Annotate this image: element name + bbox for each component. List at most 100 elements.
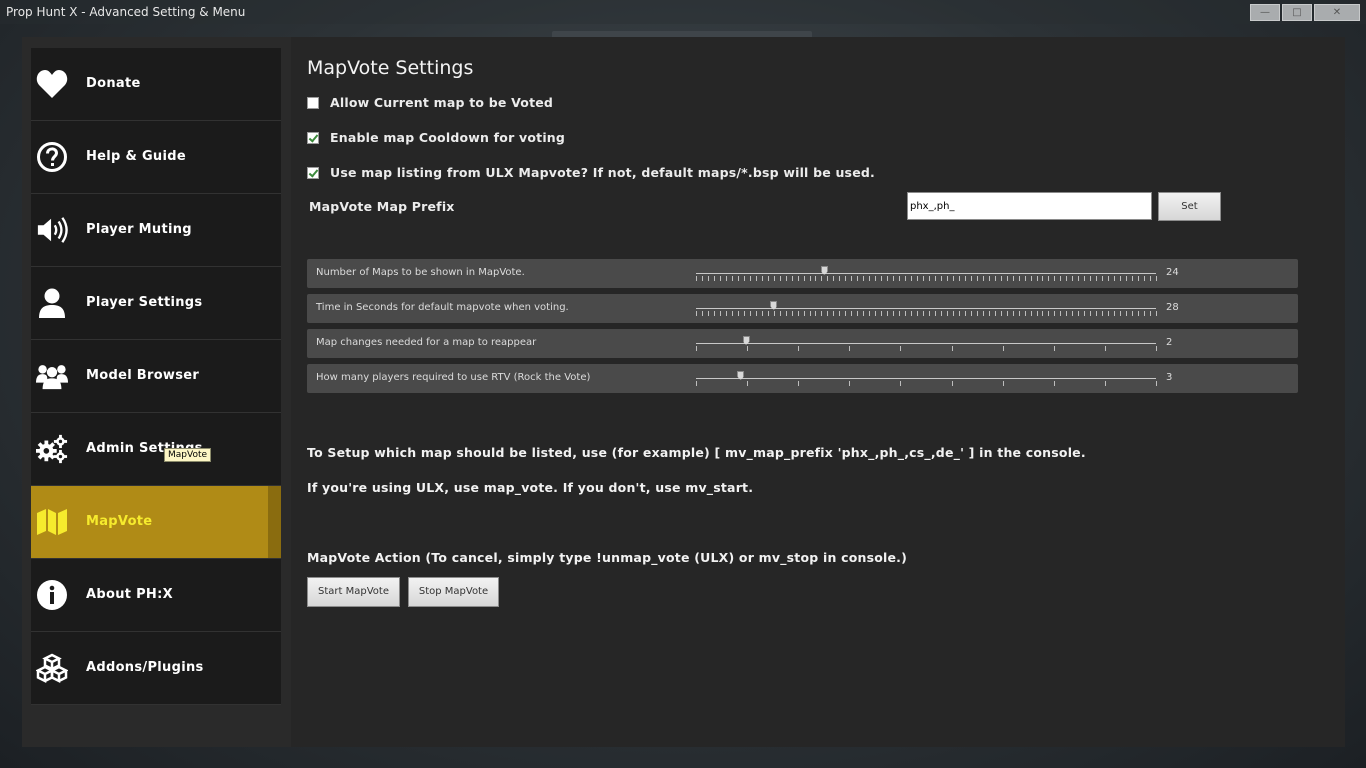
slider-tick [965, 311, 966, 316]
slider-tick [959, 276, 960, 281]
slider-tick [1003, 346, 1004, 351]
slider-tick [917, 276, 918, 281]
slider-ticks [696, 381, 1157, 387]
slider-tick [1072, 276, 1073, 281]
checkbox-row: Use map listing from ULX Mapvote? If not… [307, 165, 875, 180]
slider-tick [995, 276, 996, 281]
slider-tick [768, 276, 769, 281]
slider-tick [1003, 381, 1004, 386]
slider-tick [989, 311, 990, 316]
slider-tick [1060, 311, 1061, 316]
slider-tick [965, 276, 966, 281]
slider-tick [977, 276, 978, 281]
slider-tick [869, 311, 870, 316]
start-mapvote-button[interactable]: Start MapVote [307, 577, 400, 607]
sidebar-item-about[interactable]: About PH:X [31, 559, 281, 632]
slider-tick [845, 276, 846, 281]
maximize-button[interactable]: □ [1282, 4, 1312, 21]
sidebar-item-label: Donate [86, 76, 141, 91]
slider-tick [952, 346, 953, 351]
slider-tick [1037, 311, 1038, 316]
slider-tick [1156, 346, 1157, 351]
slider-tick [1072, 311, 1073, 316]
sidebar: Donate Help & Guide Player Muting Player… [31, 48, 281, 705]
slider-value: 3 [1166, 372, 1173, 383]
close-button[interactable]: ✕ [1314, 4, 1360, 21]
ulx-instructions: If you're using ULX, use map_vote. If yo… [307, 480, 754, 495]
sidebar-item-help-guide[interactable]: Help & Guide [31, 121, 281, 194]
slider-tick [1132, 276, 1133, 281]
slider-tick [1037, 276, 1038, 281]
sidebar-item-addons-plugins[interactable]: Addons/Plugins [31, 632, 281, 705]
window-titlebar[interactable]: Prop Hunt X - Advanced Setting & Menu — … [0, 0, 1366, 24]
slider-tick [696, 346, 697, 351]
slider-tick [1048, 311, 1049, 316]
checkbox-label: Enable map Cooldown for voting [330, 130, 566, 145]
slider-tick [744, 311, 745, 316]
slider-track[interactable] [696, 273, 1156, 274]
sidebar-item-player-muting[interactable]: Player Muting [31, 194, 281, 267]
slider-tick [947, 276, 948, 281]
allow-current-map-checkbox[interactable] [307, 96, 319, 109]
slider-tick [738, 311, 739, 316]
slider-tick [1090, 311, 1091, 316]
slider-tick [827, 311, 828, 316]
slider-tick [780, 276, 781, 281]
slider-track[interactable] [696, 378, 1156, 379]
slider-tick [1102, 276, 1103, 281]
slider-tick [1156, 276, 1157, 281]
enable-cooldown-checkbox[interactable] [307, 131, 319, 144]
slider-tick [714, 276, 715, 281]
slider-tick [1156, 311, 1157, 316]
slider-tick [911, 276, 912, 281]
slider-tick [1025, 311, 1026, 316]
slider-tick [851, 276, 852, 281]
slider-tick [1144, 276, 1145, 281]
slider-track[interactable] [696, 343, 1156, 344]
sidebar-item-label: Player Muting [86, 222, 192, 237]
slider-tick [887, 276, 888, 281]
minimize-button[interactable]: — [1250, 4, 1280, 21]
slider-tick [941, 276, 942, 281]
slider-tick [696, 276, 697, 281]
slider-tick [1156, 381, 1157, 386]
slider-tick [1096, 276, 1097, 281]
slider-tick [845, 311, 846, 316]
slider-label: Map changes needed for a map to reappear [316, 337, 537, 348]
slider-row: Time in Seconds for default mapvote when… [307, 294, 1298, 323]
slider-tick [849, 381, 850, 386]
sidebar-item-player-settings[interactable]: Player Settings [31, 267, 281, 340]
slider-tick [1001, 276, 1002, 281]
slider-tick [747, 381, 748, 386]
slider-tick [1066, 276, 1067, 281]
slider-tick [1144, 311, 1145, 316]
stop-mapvote-button[interactable]: Stop MapVote [408, 577, 499, 607]
sidebar-item-admin-settings[interactable]: Admin Settings [31, 413, 281, 486]
slider-tick [1120, 311, 1121, 316]
slider-row: How many players required to use RTV (Ro… [307, 364, 1298, 393]
sidebar-item-label: Addons/Plugins [86, 660, 204, 675]
slider-tick [1102, 311, 1103, 316]
slider-tick [780, 311, 781, 316]
slider-tick [702, 311, 703, 316]
slider-tick [900, 381, 901, 386]
slider-tick [1126, 311, 1127, 316]
sidebar-item-model-browser[interactable]: Model Browser [31, 340, 281, 413]
slider-track[interactable] [696, 308, 1156, 309]
set-prefix-button[interactable]: Set [1158, 192, 1221, 221]
slider-tick [774, 276, 775, 281]
slider-tick [786, 311, 787, 316]
slider-tick [947, 311, 948, 316]
slider-tick [1150, 311, 1151, 316]
sidebar-item-label: Player Settings [86, 295, 203, 310]
slider-tick [1042, 276, 1043, 281]
slider-tick [875, 311, 876, 316]
slider-tick [1126, 276, 1127, 281]
slider-tick [900, 346, 901, 351]
map-prefix-input[interactable] [907, 192, 1152, 220]
question-circle-icon [36, 141, 68, 173]
use-ulx-listing-checkbox[interactable] [307, 166, 319, 179]
sidebar-item-donate[interactable]: Donate [31, 48, 281, 121]
sidebar-item-mapvote[interactable]: MapVote [31, 486, 281, 559]
slider-tick [881, 311, 882, 316]
